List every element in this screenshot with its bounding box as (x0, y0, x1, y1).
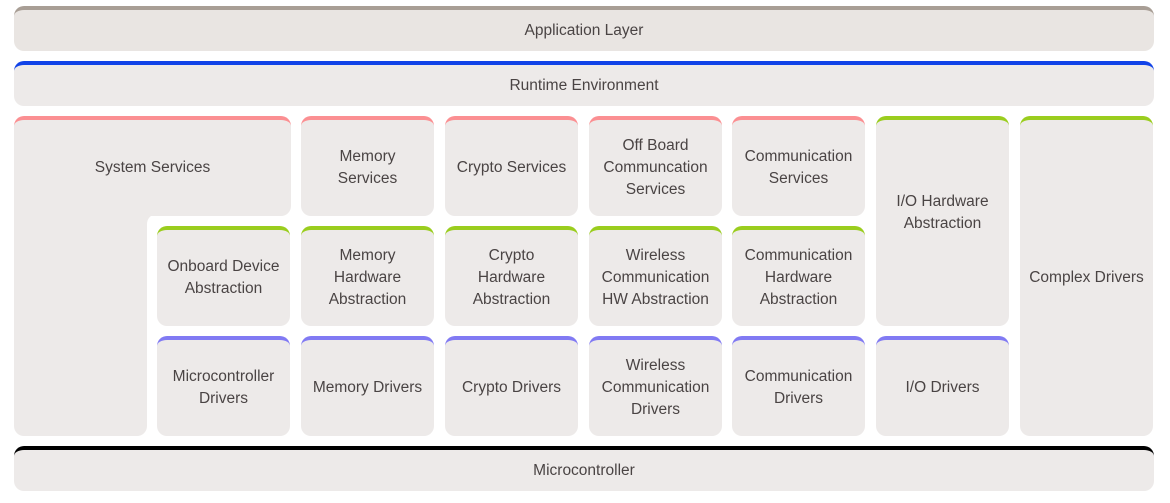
communication-hardware-abstraction-block: Communication Hardware Abstraction (732, 226, 865, 326)
application-layer: Application Layer (14, 6, 1154, 51)
onboard-device-abstraction-block: Onboard Device Abstraction (157, 226, 290, 326)
crypto-hardware-abstraction-block: Crypto Hardware Abstraction (445, 226, 578, 326)
microcontroller-drivers-block: Microcontroller Drivers (157, 336, 290, 436)
microcontroller-drivers-label: Microcontroller Drivers (172, 368, 275, 407)
memory-drivers-block: Memory Drivers (301, 336, 434, 436)
system-services-block: System Services (14, 116, 291, 216)
wireless-communication-drivers-label: Wireless Communication Drivers (601, 357, 710, 418)
communication-services-label: Communication Services (744, 148, 853, 187)
crypto-drivers-label: Crypto Drivers (461, 379, 562, 396)
memory-drivers-label: Memory Drivers (312, 379, 423, 396)
system-services-label: System Services (94, 159, 211, 176)
runtime-environment-layer: Runtime Environment (14, 61, 1154, 106)
memory-services-label: Memory Services (337, 148, 398, 187)
communication-hardware-abstraction-label: Communication Hardware Abstraction (744, 247, 853, 308)
offboard-communication-services-label: Off Board Communcation Services (603, 137, 708, 198)
communication-services-block: Communication Services (732, 116, 865, 216)
crypto-services-block: Crypto Services (445, 116, 578, 216)
microcontroller-layer: Microcontroller (14, 446, 1154, 491)
io-hardware-abstraction-label: I/O Hardware Abstraction (896, 193, 989, 232)
crypto-hardware-abstraction-label: Crypto Hardware Abstraction (472, 247, 551, 308)
onboard-device-abstraction-label: Onboard Device Abstraction (167, 258, 280, 297)
io-hardware-abstraction-block: I/O Hardware Abstraction (876, 116, 1009, 326)
complex-drivers-block: Complex Drivers (1020, 116, 1153, 436)
wireless-communication-hw-abstraction-label: Wireless Communication HW Abstraction (601, 247, 710, 308)
crypto-services-label: Crypto Services (456, 159, 567, 176)
complex-drivers-label: Complex Drivers (1029, 269, 1144, 286)
wireless-communication-drivers-block: Wireless Communication Drivers (589, 336, 722, 436)
crypto-drivers-block: Crypto Drivers (445, 336, 578, 436)
io-drivers-block: I/O Drivers (876, 336, 1009, 436)
communication-drivers-block: Communication Drivers (732, 336, 865, 436)
io-drivers-label: I/O Drivers (905, 379, 980, 396)
application-layer-label: Application Layer (524, 21, 644, 39)
wireless-communication-hw-abstraction-block: Wireless Communication HW Abstraction (589, 226, 722, 326)
memory-hardware-abstraction-label: Memory Hardware Abstraction (328, 247, 407, 308)
memory-hardware-abstraction-block: Memory Hardware Abstraction (301, 226, 434, 326)
memory-services-block: Memory Services (301, 116, 434, 216)
system-services-extension (14, 214, 147, 436)
runtime-environment-label: Runtime Environment (509, 76, 659, 94)
offboard-communication-services-block: Off Board Communcation Services (589, 116, 722, 216)
microcontroller-label: Microcontroller (533, 461, 635, 479)
communication-drivers-label: Communication Drivers (744, 368, 853, 407)
